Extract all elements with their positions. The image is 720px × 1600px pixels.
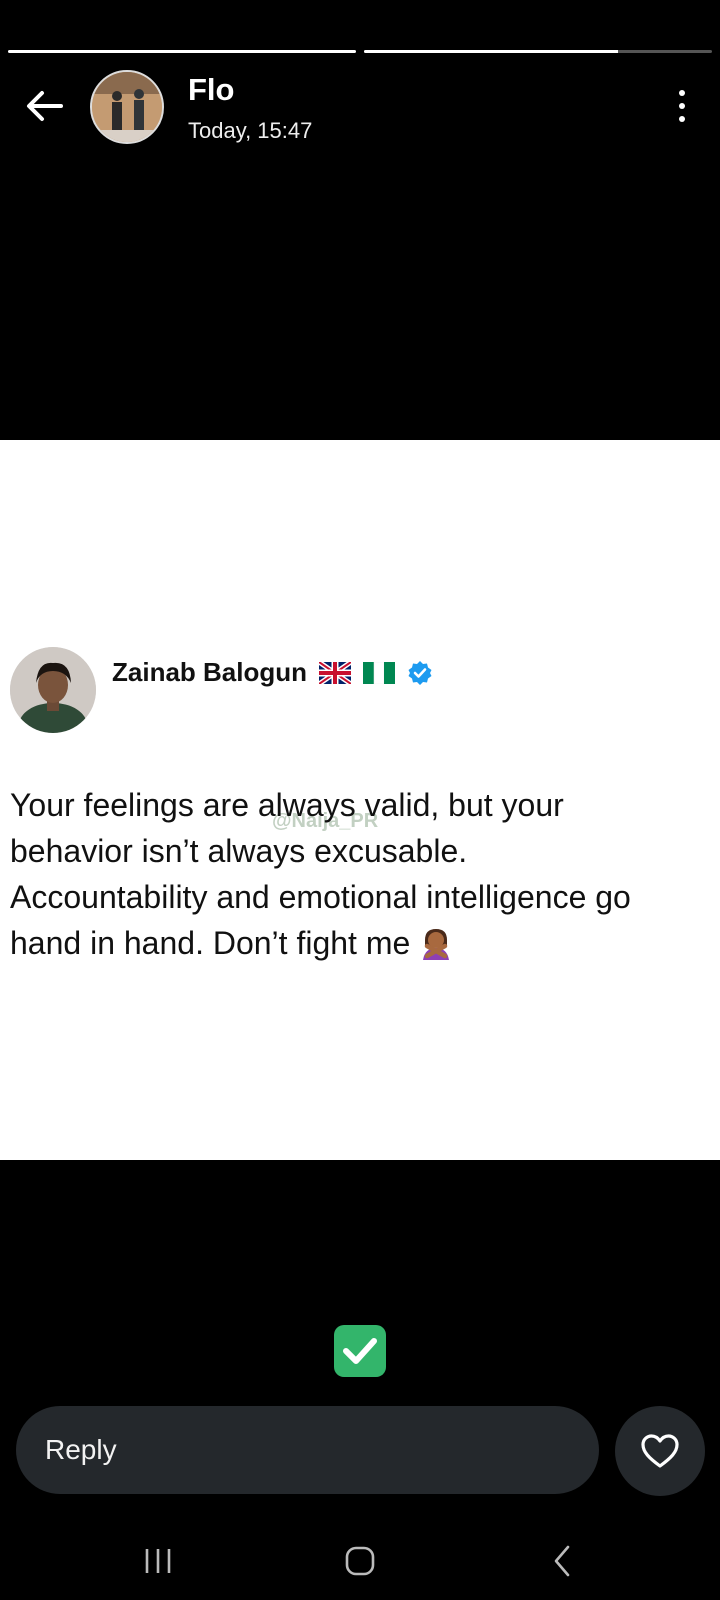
- tweet-text-line: behavior isn’t always excusable.: [10, 833, 468, 869]
- tweet-text-line: Accountability and emotional intelligenc…: [10, 879, 631, 915]
- check-mark-button-icon: [334, 1325, 386, 1377]
- system-back-button[interactable]: [532, 1540, 592, 1582]
- tweet-avatar: [10, 647, 96, 733]
- back-button[interactable]: [22, 84, 66, 128]
- tweet-text-line: hand in hand. Don’t fight me: [10, 925, 411, 961]
- story-timestamp: Today, 15:47: [188, 118, 313, 143]
- system-navigation-bar: [0, 1520, 720, 1600]
- story-progress: [8, 50, 712, 54]
- profile-photo: [92, 72, 162, 142]
- progress-fill: [8, 50, 356, 53]
- uk-flag-icon: [319, 661, 351, 684]
- tweet-text-line: Your feelings are always valid, but your: [10, 787, 564, 823]
- recents-button[interactable]: [128, 1540, 188, 1582]
- more-vertical-icon: [679, 90, 685, 122]
- reply-placeholder: Reply: [45, 1434, 117, 1465]
- verified-badge-icon: [408, 660, 432, 685]
- woman-gesturing-no-icon: [423, 929, 450, 960]
- tweet-author: Zainab Balogun: [112, 657, 433, 688]
- progress-segment: [364, 50, 712, 53]
- avatar[interactable]: [90, 70, 164, 144]
- progress-fill: [364, 50, 619, 53]
- nigeria-flag-icon: [363, 661, 395, 684]
- progress-segment: [8, 50, 356, 53]
- story-header: Flo Today, 15:47: [0, 68, 720, 144]
- tweet-text: Your feelings are always valid, but your…: [10, 782, 710, 966]
- heart-icon: [641, 1434, 679, 1468]
- chevron-back-icon: [554, 1545, 570, 1577]
- like-button[interactable]: [615, 1406, 705, 1496]
- reply-input[interactable]: Reply: [16, 1406, 599, 1494]
- recents-icon: [145, 1549, 171, 1573]
- story-image[interactable]: Zainab Balogun @Naija_PR Your feelings a…: [0, 440, 720, 1160]
- tweet-text-last-line: hand in hand. Don’t fight me: [10, 920, 710, 966]
- home-button[interactable]: [330, 1540, 390, 1582]
- story-username[interactable]: Flo: [188, 72, 235, 108]
- arrow-left-icon: [27, 91, 63, 121]
- tweet-author-name: Zainab Balogun: [112, 657, 307, 687]
- home-icon: [345, 1546, 375, 1576]
- more-options-button[interactable]: [670, 86, 694, 126]
